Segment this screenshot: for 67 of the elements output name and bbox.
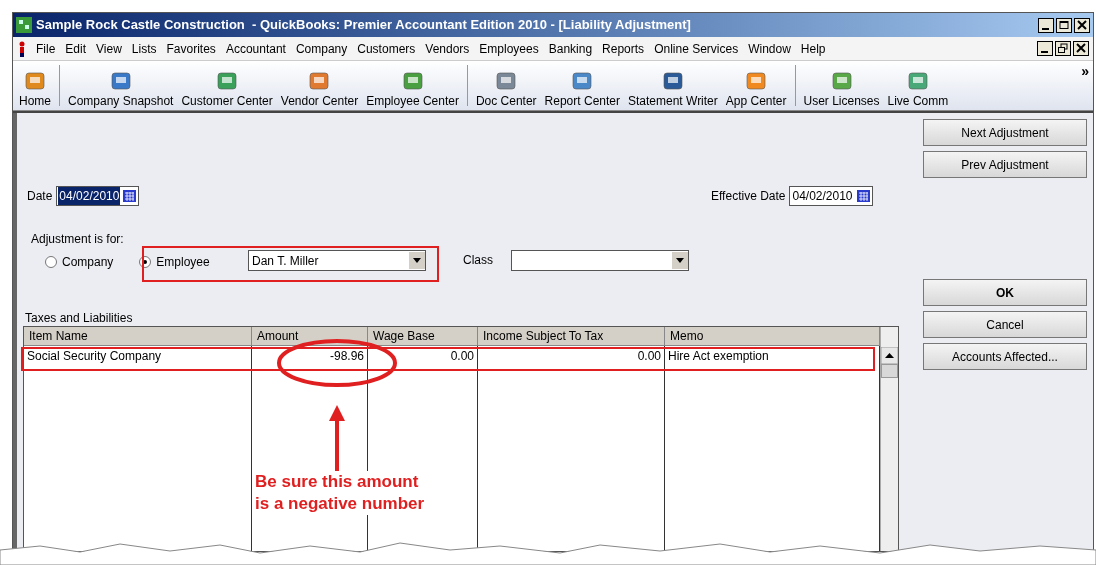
menu-item[interactable]: Banking	[548, 39, 593, 58]
toolbar-button[interactable]: App Center	[721, 61, 791, 110]
column-header[interactable]: Memo	[665, 327, 880, 346]
menu-item[interactable]: Vendors	[425, 39, 470, 58]
toolbar-button[interactable]: User Licenses	[799, 61, 884, 110]
table-title: Taxes and Liabilities	[25, 310, 133, 327]
arrow	[329, 405, 345, 473]
employee-dropdown[interactable]: Dan T. Miller	[248, 250, 426, 271]
toolbar-button[interactable]: Customer Center	[177, 61, 277, 110]
close-icon[interactable]	[1073, 41, 1089, 56]
scrollbar[interactable]	[880, 327, 898, 551]
menu-item[interactable]: Online Services	[654, 39, 739, 58]
toolbar-button[interactable]: Vendor Center	[276, 61, 363, 110]
minimize-icon[interactable]	[1037, 41, 1053, 56]
column-header[interactable]: Income Subject To Tax	[478, 327, 665, 346]
table-cell: 0.00	[368, 346, 478, 367]
menu-item[interactable]: Customers	[357, 39, 416, 58]
table-cell: 0.00	[478, 346, 665, 367]
maximize-icon[interactable]	[1056, 17, 1072, 33]
more-button[interactable]: »	[1081, 61, 1089, 82]
dialog-button[interactable]: Cancel	[923, 311, 1087, 338]
window-title: Sample Rock Castle Construction - QuickBooks: Premier Accountant Edition 2010 - [Liability Adjustment]	[36, 16, 691, 35]
dialog-button[interactable]: Next Adjustment	[923, 119, 1087, 146]
close-icon[interactable]	[1074, 17, 1090, 33]
app-icon	[16, 17, 32, 33]
menu-item[interactable]: Lists	[131, 39, 157, 58]
dialog-button[interactable]: OK	[923, 279, 1087, 306]
toolbar-button[interactable]: Employee Center	[362, 61, 463, 110]
scroll-up-icon[interactable]	[881, 347, 898, 364]
dialog-button[interactable]: Accounts Affected...	[923, 343, 1087, 370]
menu-item[interactable]: Reports	[602, 39, 645, 58]
menu-item[interactable]: File	[36, 39, 56, 58]
toolbar-button[interactable]: Home	[15, 61, 55, 110]
table-cell: -98.96	[252, 346, 368, 367]
toolbar-button[interactable]: Report Center	[540, 61, 624, 110]
column-header[interactable]: Wage Base	[368, 327, 478, 346]
radio-button[interactable]: Company	[45, 253, 114, 271]
dialog-button[interactable]: Prev Adjustment	[923, 151, 1087, 178]
scroll-thumb[interactable]	[881, 364, 898, 378]
menu-item[interactable]: Favorites	[166, 39, 216, 58]
menu-item[interactable]: View	[96, 39, 122, 58]
radio-button[interactable]: Employee	[139, 253, 210, 271]
restore-icon[interactable]	[1055, 41, 1071, 56]
field-label: Adjustment is for:	[31, 231, 124, 248]
field-label: Effective Date	[711, 188, 786, 205]
field-label: Class	[463, 252, 493, 269]
class-dropdown[interactable]	[511, 250, 689, 271]
menu-item[interactable]: Company	[295, 39, 348, 58]
field-label: Date	[27, 188, 53, 205]
column-header[interactable]: Item Name	[24, 327, 252, 346]
minimize-icon[interactable]	[1038, 17, 1054, 33]
toolbar-button[interactable]: Company Snapshot	[64, 61, 178, 110]
date-field[interactable]: 04/02/2010	[56, 186, 140, 206]
callout-text: Be sure this amount is a negative number	[255, 471, 425, 515]
person-icon	[17, 40, 27, 57]
menu-item[interactable]: Help	[800, 39, 826, 58]
menu-item[interactable]: Accountant	[225, 39, 286, 58]
table-cell: Social Security Company	[24, 346, 252, 367]
menu-item[interactable]: Employees	[479, 39, 539, 58]
date-field[interactable]: 04/02/2010	[789, 186, 873, 206]
calendar-icon[interactable]	[856, 190, 870, 202]
toolbar-button[interactable]: Live Comm	[883, 61, 953, 110]
toolbar-button[interactable]: Statement Writer	[624, 61, 722, 110]
menu-item[interactable]: Window	[748, 39, 791, 58]
menu-item[interactable]: Edit	[65, 39, 87, 58]
toolbar-button[interactable]: Doc Center	[471, 61, 541, 110]
calendar-icon[interactable]	[123, 190, 137, 202]
